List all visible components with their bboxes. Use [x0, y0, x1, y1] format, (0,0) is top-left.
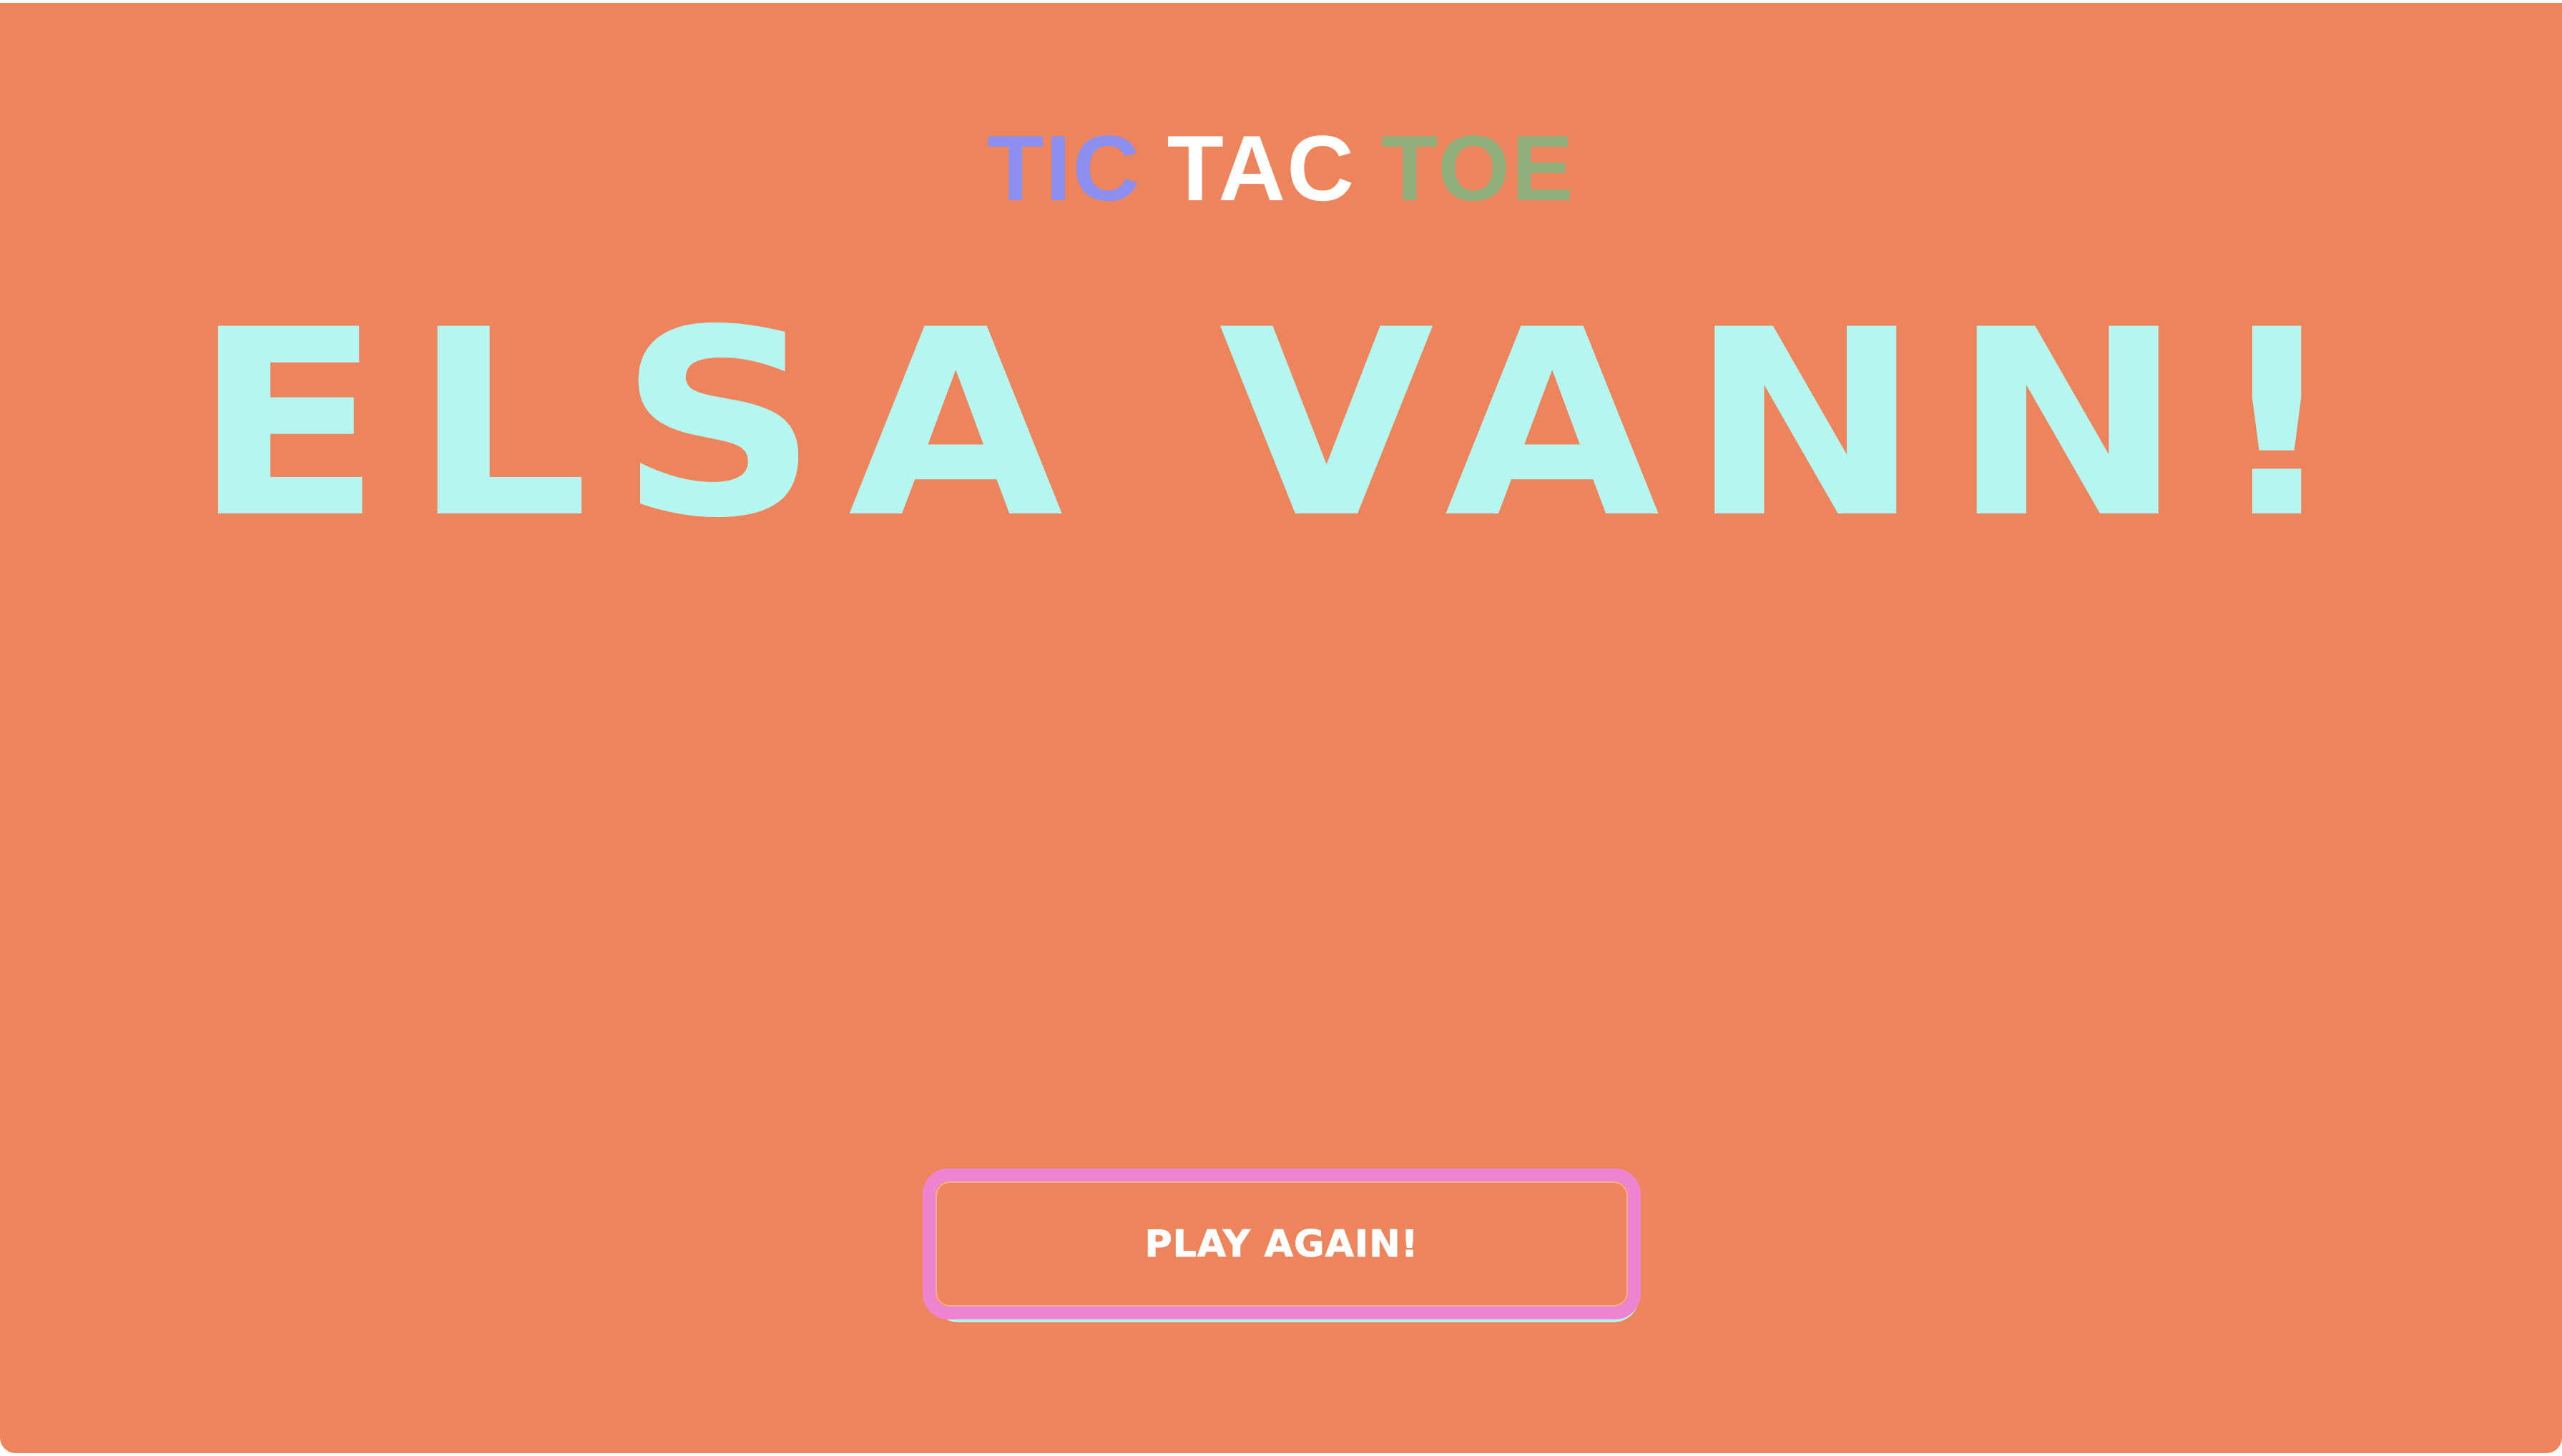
game-screen: TIC TAC TOE ELSA VANN! PLAY AGAIN! [0, 3, 2562, 1453]
play-again-button-inner-outline [936, 1181, 1628, 1307]
game-title: TIC TAC TOE [0, 122, 2562, 215]
play-again-button-wrapper: PLAY AGAIN! [923, 1169, 1646, 1326]
winner-message: ELSA VANN! [192, 275, 2370, 574]
play-again-button[interactable]: PLAY AGAIN! [923, 1169, 1641, 1319]
title-tic: TIC [987, 116, 1142, 220]
title-toe: TOE [1381, 116, 1575, 220]
title-tac: TAC [1167, 116, 1356, 220]
